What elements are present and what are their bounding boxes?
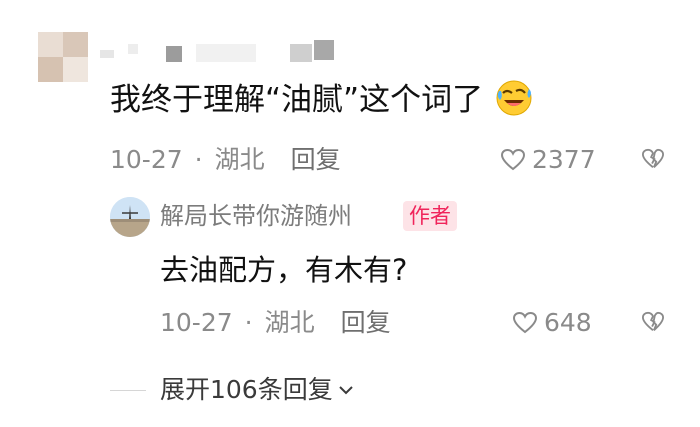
rolling-laughing-face-icon (495, 79, 533, 129)
comment-text-content: 我终于理解“油腻”这个词了 (110, 82, 484, 118)
expand-replies-label: 展开106条回复 (160, 375, 333, 404)
meta-separator: · (244, 308, 253, 337)
comment-reply-button[interactable]: 回复 (291, 145, 341, 174)
expand-divider (110, 390, 146, 391)
comment-location: 湖北 (214, 145, 265, 174)
reply-like-button[interactable]: 648 (512, 307, 592, 339)
broken-heart-icon[interactable] (641, 311, 665, 337)
expand-replies-button[interactable]: 展开106条回复 (160, 372, 355, 408)
reply-text: 去油配方，有木有? (160, 253, 408, 287)
comment-text: 我终于理解“油腻”这个词了 (110, 78, 533, 129)
broken-heart-icon[interactable] (641, 148, 665, 174)
reply-author-avatar[interactable] (110, 197, 150, 237)
reply-like-count: 648 (544, 308, 592, 337)
comment-like-count: 2377 (532, 145, 596, 174)
reply-location: 湖北 (264, 308, 315, 337)
chevron-down-icon (339, 386, 353, 395)
heart-outline-icon (512, 311, 538, 334)
reply-author-name[interactable]: 解局长带你游随州 (160, 199, 352, 233)
meta-separator: · (194, 145, 203, 174)
heart-outline-icon (500, 148, 526, 171)
reply-reply-button[interactable]: 回复 (341, 308, 391, 337)
comment-like-button[interactable]: 2377 (500, 144, 596, 176)
commenter-avatar[interactable] (38, 32, 88, 82)
reply-date: 10-27 (160, 308, 233, 337)
reply-meta: 10-27 · 湖北 回复 (160, 307, 391, 339)
author-badge: 作者 (403, 201, 457, 231)
commenter-username[interactable] (100, 40, 340, 62)
comment-date: 10-27 (110, 145, 183, 174)
comment-meta: 10-27 · 湖北 回复 (110, 144, 341, 176)
